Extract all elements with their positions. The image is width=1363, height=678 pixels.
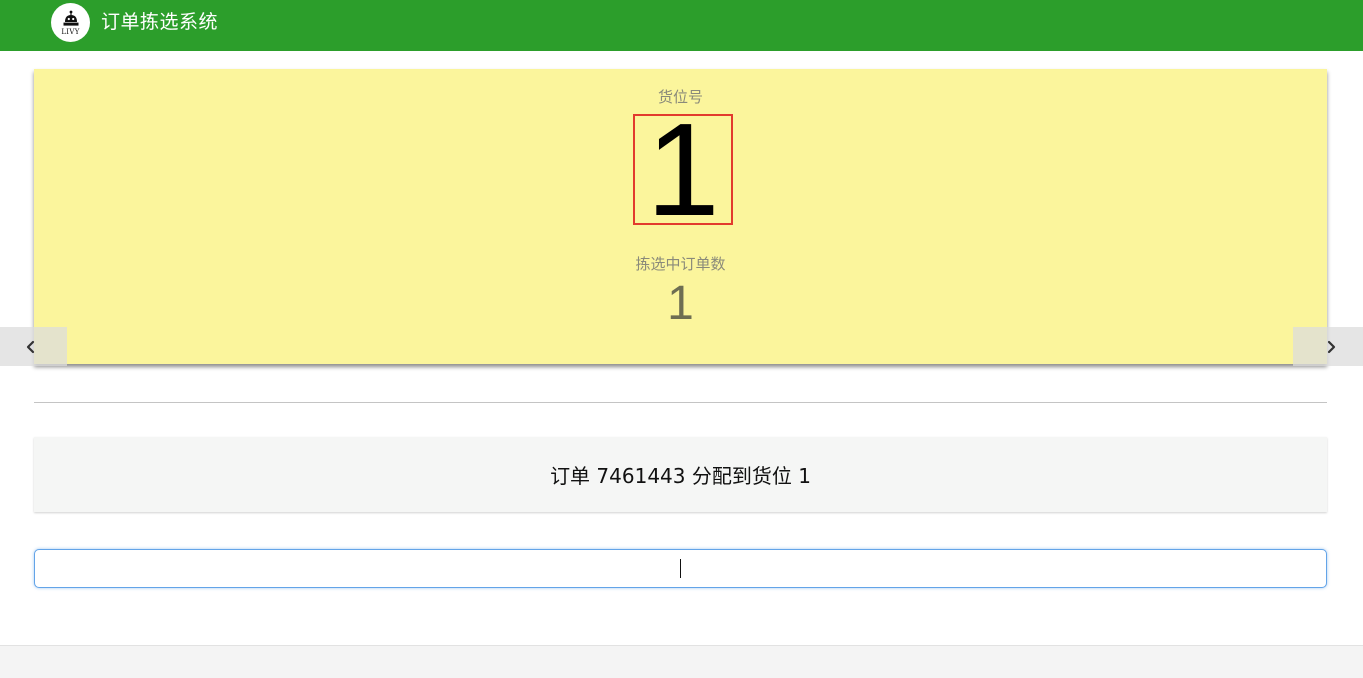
slot-carousel: 货位号 1 拣选中订单数 1 bbox=[0, 68, 1363, 368]
page-footer bbox=[0, 645, 1363, 678]
carousel-next-button[interactable] bbox=[1293, 327, 1363, 366]
logo-text: LIVY bbox=[61, 27, 80, 36]
chevron-left-icon bbox=[26, 340, 35, 353]
slot-number: 1 bbox=[646, 96, 720, 243]
slot-number-highlight: 1 bbox=[633, 96, 733, 243]
slot-card: 货位号 1 拣选中订单数 1 bbox=[34, 69, 1327, 364]
picking-count-label: 拣选中订单数 bbox=[635, 255, 726, 273]
chevron-right-icon bbox=[1327, 340, 1336, 353]
app-title: 订单拣选系统 bbox=[101, 11, 219, 33]
livy-logo: LIVY bbox=[51, 3, 90, 42]
carousel-prev-button[interactable] bbox=[0, 327, 67, 366]
text-caret bbox=[680, 559, 681, 578]
top-navbar: LIVY 订单拣选系统 bbox=[0, 0, 1363, 51]
robot-icon bbox=[63, 10, 78, 26]
section-divider bbox=[34, 402, 1327, 403]
picking-count-value: 1 bbox=[667, 277, 694, 330]
assignment-message-text: 订单 7461443 分配到货位 1 bbox=[550, 464, 811, 488]
assignment-message: 订单 7461443 分配到货位 1 bbox=[34, 437, 1327, 512]
